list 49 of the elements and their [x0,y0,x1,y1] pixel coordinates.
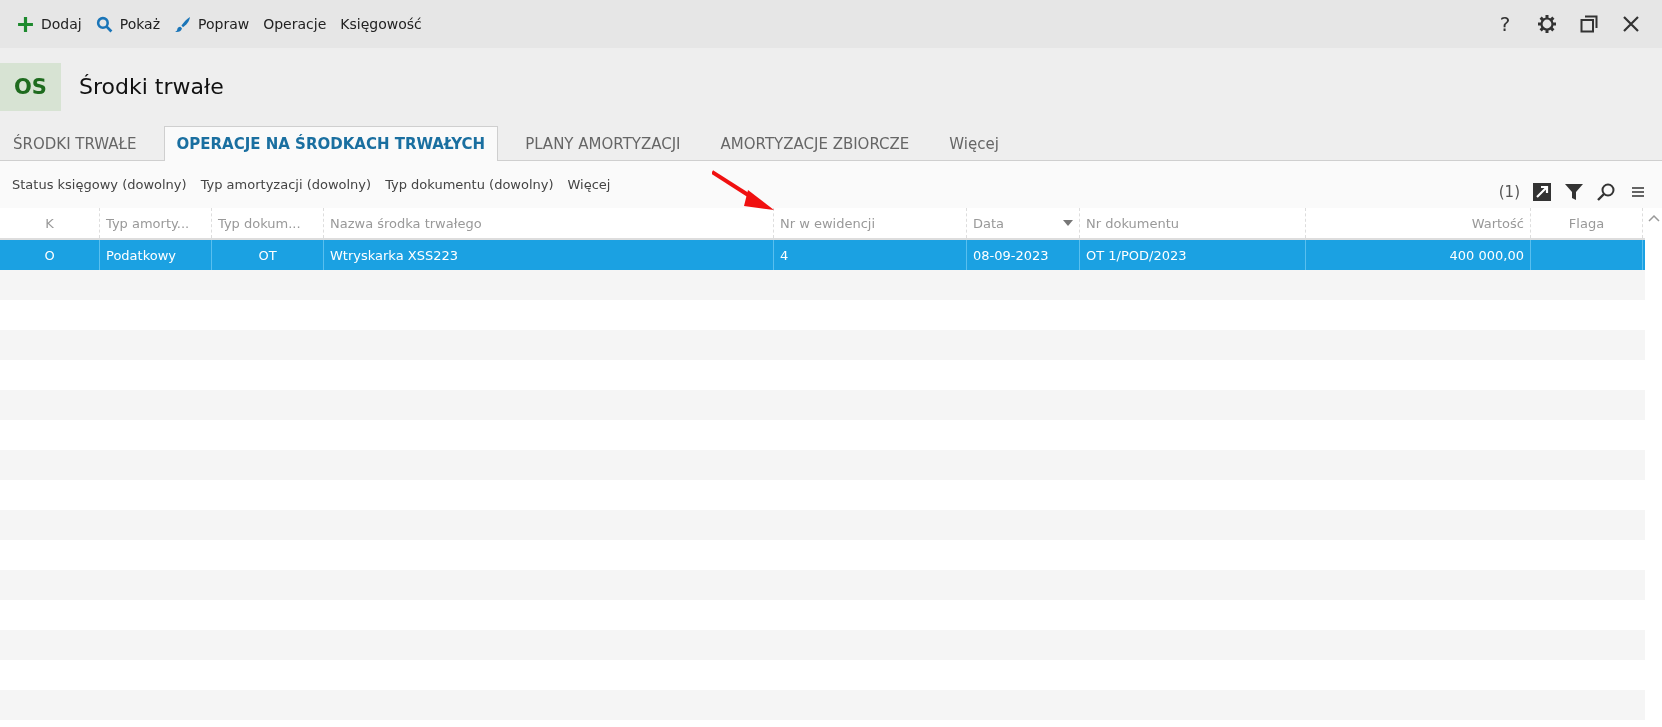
table-cell: 4 [780,247,789,263]
annotation-arrow [712,170,774,212]
filter-button[interactable]: Więcej [563,173,615,196]
tab[interactable]: ŚRODKI TRWAŁE [0,126,150,160]
tab[interactable]: PLANY AMORTYZACJI [512,126,694,160]
settings-icon [1537,14,1557,34]
filter-button[interactable] [1564,181,1584,202]
scroll-up-icon[interactable] [1647,214,1660,222]
column-header[interactable]: Wartość [1306,208,1531,238]
column-header[interactable]: Data [967,208,1080,238]
filter-count: (1) [1498,182,1520,201]
search-icon [95,15,113,33]
column-header[interactable]: Nr w ewidencji [774,208,967,238]
table-cell: Wtryskarka XSS223 [330,247,458,263]
filter-button[interactable]: Typ dokumentu (dowolny) [381,173,558,196]
tab[interactable]: OPERACJE NA ŚRODKACH TRWAŁYCH [163,126,499,161]
column-header[interactable]: Nr dokumentu [1080,208,1306,238]
export-button[interactable] [1532,181,1552,202]
filter-icon [1564,181,1584,202]
column-header[interactable]: Typ dokum... [212,208,324,238]
plus-icon [17,15,34,33]
toolbar-button[interactable]: Dodaj [10,11,89,37]
toolbar-button[interactable]: Księgowość [333,12,429,36]
help-button[interactable]: ? [1484,7,1526,41]
toolbar-button[interactable]: Popraw [167,11,257,37]
table-cell: O [44,247,55,263]
table-row[interactable]: O Podatkowy OT Wtryskarka XSS223 4 08-09-2023 OT 1/POD/2023 400 000,00 [0,240,1645,270]
column-header[interactable]: K [0,208,100,238]
toolbar-button[interactable]: Pokaż [88,11,167,37]
filter-button[interactable]: Typ amortyzacji (dowolny) [196,173,376,196]
search-button[interactable] [1596,181,1616,202]
filter-button[interactable]: Status księgowy (dowolny) [8,173,191,196]
restore-icon [1580,15,1598,33]
brush-icon [174,15,191,33]
column-header[interactable]: Flaga [1531,208,1643,238]
table-cell: OT 1/POD/2023 [1086,247,1187,263]
table-cell: 08-09-2023 [973,247,1049,263]
module-badge: OS [0,62,61,111]
table-cell: OT [258,247,277,263]
table-cell: 400 000,00 [1449,247,1524,263]
column-header[interactable]: Typ amorty... [100,208,212,238]
toolbar-button[interactable]: Operacje [256,12,334,36]
close-icon [1622,15,1640,33]
tab[interactable]: Więcej [936,126,1012,160]
search-icon [1596,181,1616,202]
table-cell: Podatkowy [106,247,176,263]
page-title: Środki trwałe [79,74,224,99]
tab[interactable]: AMORTYZACJE ZBIORCZE [707,126,923,160]
expand-icon [1532,181,1552,202]
